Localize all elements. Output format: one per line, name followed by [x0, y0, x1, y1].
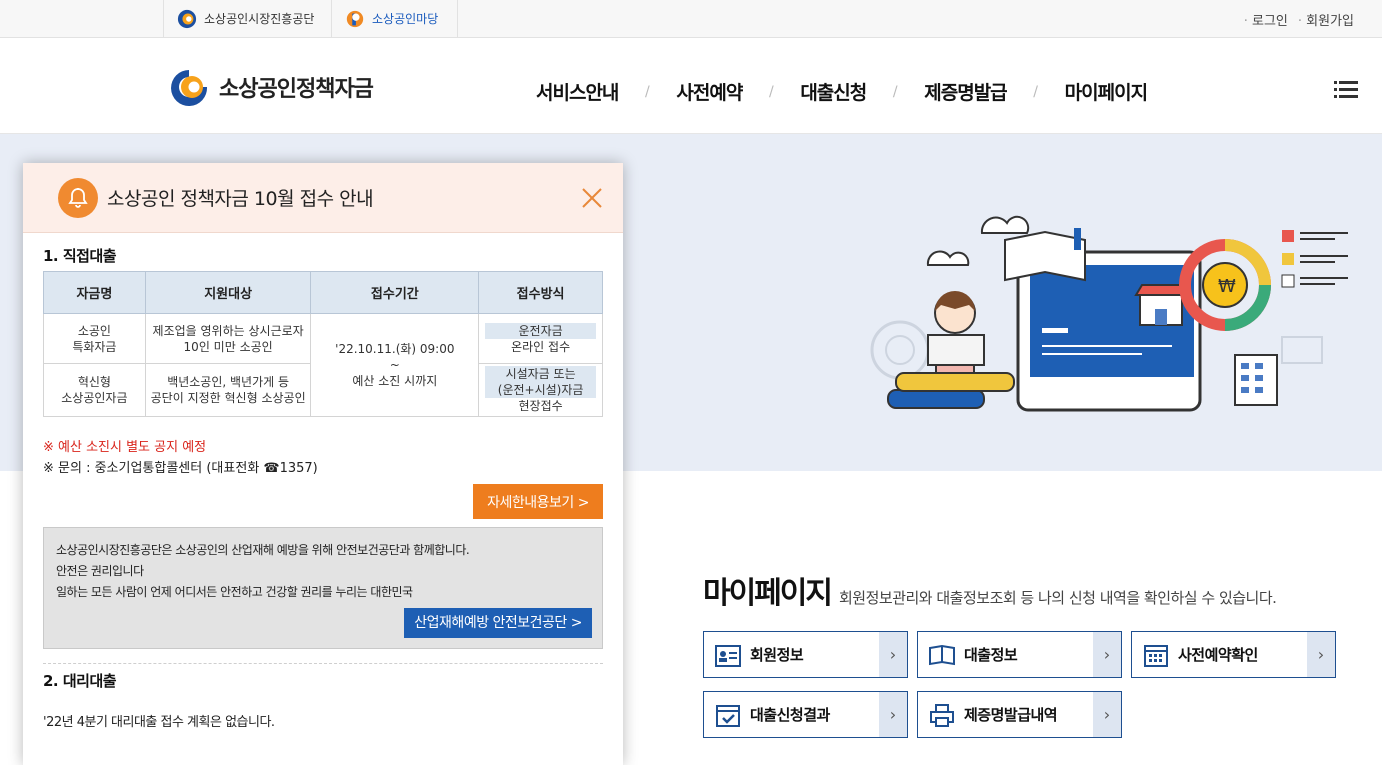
method-text: 현장접수	[518, 399, 563, 413]
chevron-right-icon: ›	[1093, 692, 1121, 737]
certificate-history-label: 제증명발급내역	[964, 706, 1058, 724]
chevron-right-icon: ›	[1093, 632, 1121, 677]
sbiz-madang-link[interactable]: 소상공인마당	[331, 0, 458, 37]
loan-table: 자금명 지원대상 접수기간 접수방식 소공인 특화자금 제조업을 영위하는 상시…	[43, 271, 603, 417]
semas-site-label: 소상공인시장진흥공단	[204, 12, 315, 26]
brand-mark-icon	[171, 70, 208, 106]
nav-certificate[interactable]: 제증명발급	[924, 78, 1007, 105]
fund-name-line: 소공인	[77, 323, 111, 338]
chevron-right-icon: ›	[879, 692, 907, 737]
mypage-title: 마이페이지	[703, 576, 833, 611]
reservation-check-button[interactable]: 사전예약확인 ›	[1131, 631, 1336, 678]
contact-notice: ※ 문의 : 중소기업통합콜센터 (대표전화 ☎1357)	[43, 461, 318, 476]
calendar-check-icon	[716, 704, 740, 727]
table-header: 접수기간	[310, 271, 480, 314]
kosha-link-button[interactable]: 산업재해예방 안전보건공단 >	[404, 608, 592, 638]
target-line: 10인 미만 소공인	[183, 339, 273, 354]
method-cell: 운전자금 온라인 접수	[478, 313, 603, 364]
budget-notice: ※ 예산 소진시 별도 공지 예정	[43, 440, 207, 455]
nav-loan-apply[interactable]: 대출신청	[800, 78, 867, 105]
fund-name-line: 특화자금	[72, 339, 117, 354]
period-line: '22.10.11.(화) 09:00	[335, 342, 455, 356]
nav-separator: /	[645, 83, 650, 100]
main-nav: 서비스안내 / 사전예약 / 대출신청 / 제증명발급 / 마이페이지	[536, 78, 1148, 105]
method-highlight: 시설자금 또는	[485, 366, 596, 382]
section-agency-loan: 2. 대리대출	[43, 672, 117, 690]
popup-title: 소상공인 정책자금 10월 접수 안내	[107, 188, 374, 210]
member-info-label: 회원정보	[750, 646, 804, 664]
method-cell: 시설자금 또는 (운전+시설)자금 현장접수	[478, 363, 603, 417]
fund-name-cell: 혁신형 소상공인자금	[43, 363, 146, 417]
target-cell: 제조업을 영위하는 상시근로자 10인 미만 소공인	[144, 313, 312, 364]
utility-bar: 소상공인시장진흥공단 소상공인마당 로그인 회원가입	[0, 0, 1382, 38]
notice-popup: 소상공인 정책자금 10월 접수 안내 1. 직접대출 자금명 지원대상 접수기…	[23, 163, 623, 765]
table-row: 소공인 특화자금 제조업을 영위하는 상시근로자 10인 미만 소공인 '22.…	[43, 313, 603, 417]
method-text: 온라인 접수	[511, 339, 571, 354]
nav-mypage[interactable]: 마이페이지	[1065, 78, 1148, 105]
nav-separator: /	[768, 83, 774, 100]
table-header: 접수방식	[478, 271, 603, 314]
join-link[interactable]: 회원가입	[1298, 10, 1354, 29]
fund-name-line: 소상공인자금	[61, 391, 128, 405]
table-header: 자금명	[43, 271, 146, 314]
semas-site-link[interactable]: 소상공인시장진흥공단	[163, 0, 331, 37]
loan-info-label: 대출정보	[964, 646, 1018, 664]
period-line: ~	[389, 358, 400, 372]
popup-header: 소상공인 정책자금 10월 접수 안내	[23, 163, 623, 233]
calendar-grid-icon	[1144, 644, 1168, 667]
login-link[interactable]: 로그인	[1244, 10, 1288, 29]
view-details-button[interactable]: 자세한내용보기 >	[473, 484, 603, 519]
fund-name-cell: 소공인 특화자금	[43, 313, 146, 364]
loan-result-button[interactable]: 대출신청결과 ›	[703, 691, 908, 738]
reservation-check-label: 사전예약확인	[1178, 646, 1258, 664]
table-header-row: 자금명 지원대상 접수기간 접수방식	[43, 271, 603, 314]
period-line: 예산 소진 시까지	[352, 374, 438, 388]
nav-pre-reservation[interactable]: 사전예약	[676, 78, 743, 105]
mypage-description: 회원정보관리와 대출정보조회 등 나의 신청 내역을 확인하실 수 있습니다.	[839, 589, 1277, 607]
chevron-right-icon: ›	[879, 632, 907, 677]
sbiz-madang-label: 소상공인마당	[372, 12, 439, 26]
agency-loan-text: '22년 4분기 대리대출 접수 계획은 없습니다.	[43, 715, 275, 730]
hamburger-menu-icon[interactable]	[1334, 81, 1358, 99]
target-line: 공단이 지정한 혁신형 소상공인	[150, 391, 306, 405]
table-header: 지원대상	[144, 271, 312, 314]
target-line: 백년소공인, 백년가게 등	[167, 375, 290, 389]
chevron-right-icon: ›	[1307, 632, 1335, 677]
close-icon[interactable]	[581, 187, 603, 209]
member-card-icon	[715, 644, 741, 667]
brand-title: 소상공인정책자금	[219, 77, 374, 102]
fund-name-line: 혁신형	[77, 375, 111, 389]
bell-icon	[58, 177, 98, 218]
nav-separator: /	[892, 83, 898, 100]
safety-line: 일하는 모든 사람이 언제 어디서든 안전하고 건강할 권리를 누리는 대한민국	[56, 585, 413, 599]
member-info-button[interactable]: 회원정보 ›	[703, 631, 908, 678]
loan-result-label: 대출신청결과	[750, 706, 830, 724]
mypage-heading: 마이페이지 회원정보관리와 대출정보조회 등 나의 신청 내역을 확인하실 수 …	[703, 568, 1277, 612]
safety-line: 소상공인시장진흥공단은 소상공인의 산업재해 예방을 위해 안전보건공단과 함께…	[56, 543, 470, 557]
nav-separator: /	[1033, 83, 1039, 100]
safety-banner: 소상공인시장진흥공단은 소상공인의 산업재해 예방을 위해 안전보건공단과 함께…	[43, 527, 603, 649]
safety-line: 안전은 권리입니다	[56, 564, 144, 578]
method-highlight: (운전+시설)자금	[485, 382, 596, 398]
main-header: 소상공인정책자금 서비스안내 / 사전예약 / 대출신청 / 제증명발급 / 마…	[0, 38, 1382, 134]
section-direct-loan: 1. 직접대출	[43, 247, 117, 265]
semas-logo-icon	[177, 9, 197, 28]
brand-logo[interactable]: 소상공인정책자금	[167, 68, 374, 106]
target-line: 제조업을 영위하는 상시근로자	[152, 323, 304, 338]
open-book-icon	[929, 644, 955, 665]
hero-illustration: ₩	[870, 215, 1348, 412]
period-cell: '22.10.11.(화) 09:00 ~ 예산 소진 시까지	[310, 313, 480, 417]
nav-service-info[interactable]: 서비스안내	[536, 78, 619, 105]
target-cell: 백년소공인, 백년가게 등 공단이 지정한 혁신형 소상공인	[144, 363, 312, 417]
svg-text:₩: ₩	[1218, 276, 1236, 297]
method-highlight: 운전자금	[485, 322, 596, 339]
printer-icon	[930, 703, 954, 727]
divider	[43, 663, 603, 664]
certificate-history-button[interactable]: 제증명발급내역 ›	[917, 691, 1122, 738]
madang-logo-icon	[346, 10, 364, 27]
loan-info-button[interactable]: 대출정보 ›	[917, 631, 1122, 678]
